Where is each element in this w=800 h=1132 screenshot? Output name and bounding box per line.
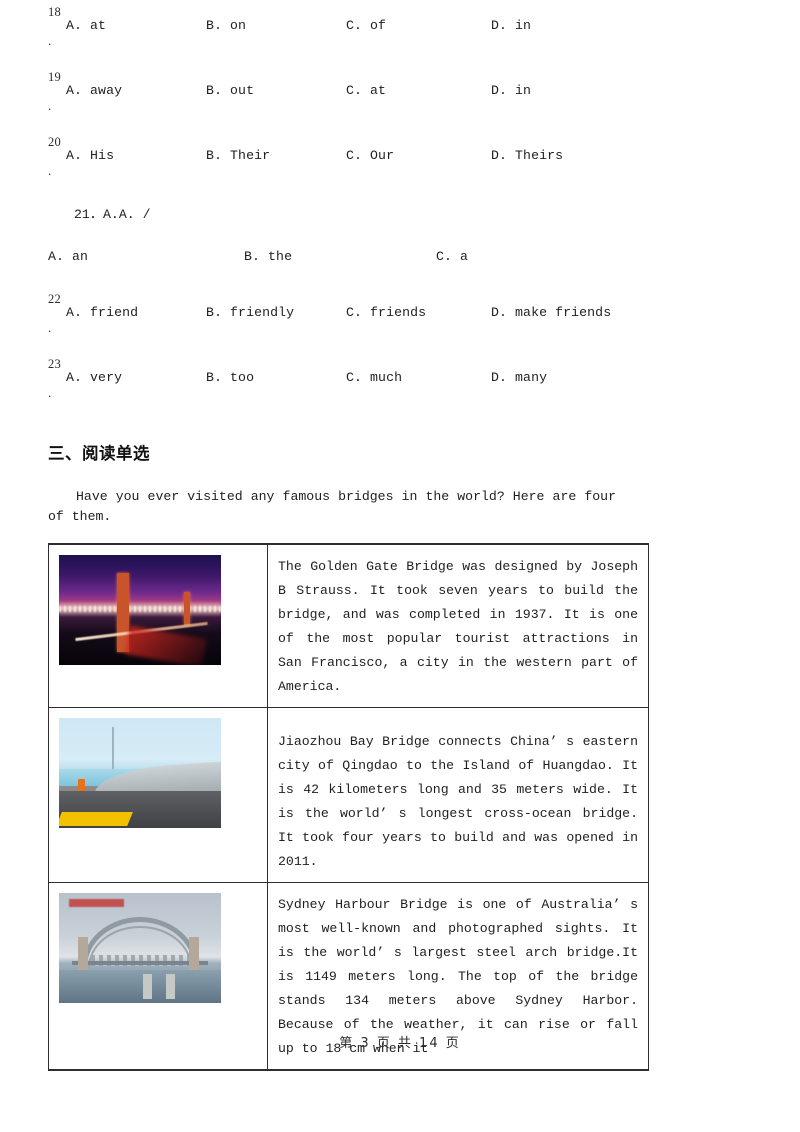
page-content: 18 . A. at B. on C. of D. in 19 . A. awa…	[48, 0, 649, 1071]
bridge-mast	[112, 726, 115, 769]
option-a[interactable]: A. very	[66, 368, 122, 388]
traffic-light-trail	[125, 625, 207, 665]
document-page: 18 . A. at B. on C. of D. in 19 . A. awa…	[0, 0, 800, 1132]
option-c[interactable]: C. at	[346, 81, 386, 101]
option-b[interactable]: B. out	[206, 81, 254, 101]
question-number-dot: .	[48, 98, 52, 113]
bridge-tower-far	[183, 592, 190, 626]
bridge-pylon-right	[188, 937, 199, 970]
option-a[interactable]: A. away	[66, 81, 122, 101]
question-21-stem-text: 21．A.A. /	[74, 207, 151, 222]
question-number-dot: .	[48, 33, 52, 48]
water-pier-a	[143, 974, 153, 999]
option-list: A. at B. on C. of D. in	[48, 16, 618, 38]
passage-cell: The Golden Gate Bridge was designed by J…	[267, 543, 649, 708]
question-21-stem: 21．A.A. /	[48, 195, 618, 239]
yellow-road-marking	[59, 811, 134, 826]
option-list: A. very B. too C. much D. many	[48, 368, 618, 390]
option-list: A. friend B. friendly C. friends D. make…	[48, 303, 618, 325]
table-row: The Golden Gate Bridge was designed by J…	[48, 543, 649, 708]
cloze-question-row: 22 . A. friend B. friendly C. friends D.…	[48, 287, 618, 352]
option-c[interactable]: C. of	[346, 16, 386, 36]
jiaozhou-bay-bridge-photo	[59, 718, 221, 828]
passage-text: The Golden Gate Bridge was designed by J…	[278, 559, 638, 694]
question-21-option-list: A. an B. the C. a	[48, 239, 618, 287]
bridge-pylon-left	[78, 937, 89, 970]
table-row: Jiaozhou Bay Bridge connects China’ s ea…	[48, 707, 649, 883]
image-cell	[48, 707, 268, 883]
passage-text: Jiaozhou Bay Bridge connects China’ s ea…	[278, 734, 638, 869]
bridge-reading-table: The Golden Gate Bridge was designed by J…	[48, 543, 649, 1071]
option-d[interactable]: D. make friends	[491, 303, 611, 323]
section-heading-reading: 三、阅读单选	[48, 444, 150, 463]
option-list: A. away B. out C. at D. in	[48, 81, 618, 103]
question-number-dot: .	[48, 385, 52, 400]
city-lights	[59, 605, 221, 612]
option-b[interactable]: B. too	[206, 368, 254, 388]
option-d[interactable]: D. in	[491, 16, 531, 36]
option-c[interactable]: C. Our	[346, 146, 394, 166]
golden-gate-bridge-photo	[59, 555, 221, 665]
option-a[interactable]: A. an	[48, 247, 88, 267]
option-a[interactable]: A. at	[66, 16, 106, 36]
option-b[interactable]: B. friendly	[206, 303, 294, 323]
option-list: A. His B. Their C. Our D. Theirs	[48, 146, 618, 168]
option-b[interactable]: B. Their	[206, 146, 270, 166]
red-watermark	[68, 898, 124, 907]
roadside-sign	[78, 778, 86, 791]
option-b[interactable]: B. the	[244, 247, 292, 267]
question-number-dot: .	[48, 163, 52, 178]
option-d[interactable]: D. many	[491, 368, 547, 388]
page-footer: 第 3 页 共 14 页	[339, 1036, 461, 1051]
cloze-question-row: 20 . A. His B. Their C. Our D. Theirs	[48, 130, 618, 195]
option-b[interactable]: B. on	[206, 16, 246, 36]
question-number-dot: .	[48, 320, 52, 335]
cloze-question-row: 23 . A. very B. too C. much D. many	[48, 352, 618, 417]
sydney-harbour-bridge-photo	[59, 893, 221, 1003]
passage-cell: Jiaozhou Bay Bridge connects China’ s ea…	[267, 707, 649, 883]
option-d[interactable]: D. Theirs	[491, 146, 563, 166]
cloze-question-row: 19 . A. away B. out C. at D. in	[48, 65, 618, 130]
image-cell	[48, 543, 268, 708]
cloze-question-row: 18 . A. at B. on C. of D. in	[48, 0, 618, 65]
option-d[interactable]: D. in	[491, 81, 531, 101]
harbour-water	[59, 970, 221, 1003]
option-c[interactable]: C. friends	[346, 303, 426, 323]
option-a[interactable]: A. His	[66, 146, 114, 166]
option-a[interactable]: A. friend	[66, 303, 138, 323]
option-c[interactable]: C. a	[436, 247, 468, 267]
water-pier-b	[165, 974, 175, 999]
option-c[interactable]: C. much	[346, 368, 402, 388]
reading-intro-paragraph: Have you ever visited any famous bridges…	[48, 489, 616, 524]
